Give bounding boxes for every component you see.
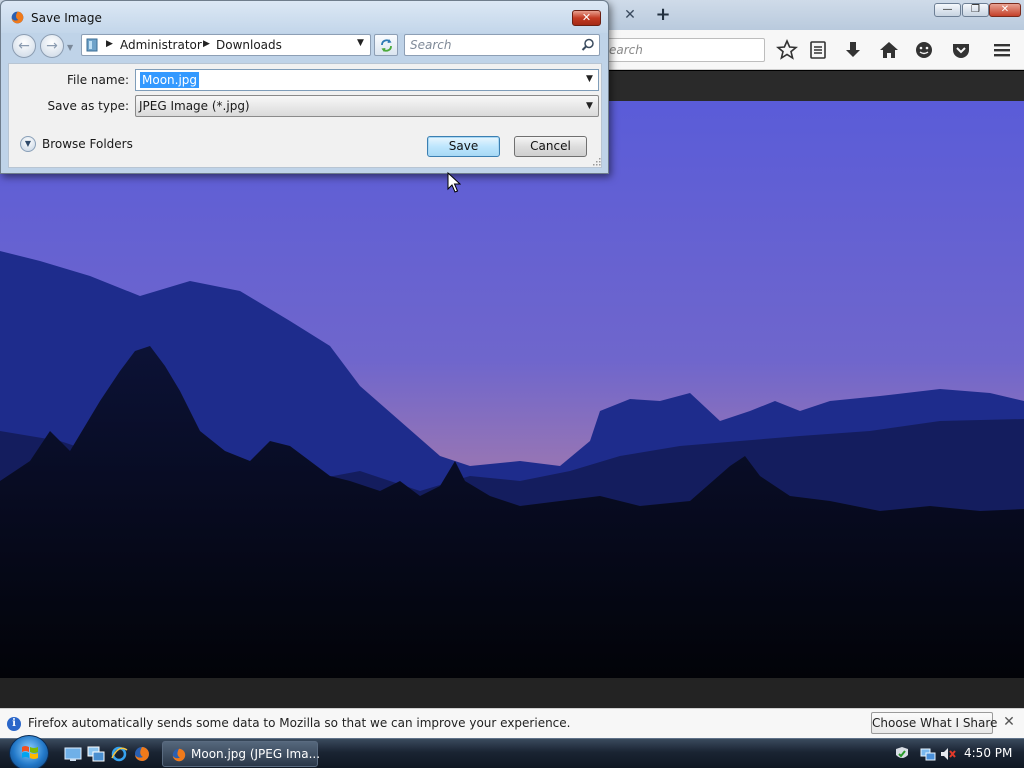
firefox-icon xyxy=(172,748,186,762)
firefox-icon xyxy=(11,11,24,24)
window-close-button[interactable]: ✕ xyxy=(989,3,1021,17)
cancel-button[interactable]: Cancel xyxy=(514,136,587,157)
breadcrumb-administrator[interactable]: Administrator xyxy=(120,38,202,52)
tab-close-button[interactable]: ✕ xyxy=(622,7,638,23)
expand-chevron-icon: ▼ xyxy=(20,136,36,152)
start-button[interactable] xyxy=(9,735,49,768)
location-folder-icon xyxy=(86,38,98,52)
save-as-type-label: Save as type: xyxy=(47,99,129,113)
chevron-down-icon[interactable]: ▼ xyxy=(586,101,593,111)
choose-what-i-share-button[interactable]: Choose What I Share xyxy=(871,712,997,734)
info-icon: i xyxy=(7,717,21,731)
breadcrumb-separator-icon[interactable]: ▶ xyxy=(106,39,114,49)
save-image-dialog: Save Image ✕ ← → ▼ ▶ Administrator ▶ Dow… xyxy=(0,0,609,174)
chevron-down-icon[interactable]: ▼ xyxy=(357,38,364,48)
windows-logo-icon xyxy=(22,746,38,759)
new-tab-button[interactable]: + xyxy=(654,5,672,25)
browse-folders-label: Browse Folders xyxy=(42,137,133,151)
taskbar: Moon.jpg (JPEG Ima... 4:50 PM xyxy=(0,735,1024,768)
mouse-cursor-icon xyxy=(447,172,461,193)
chevron-down-icon[interactable]: ▼ xyxy=(586,74,593,84)
data-notification-bar: i Firefox automatically sends some data … xyxy=(0,708,1024,738)
home-icon[interactable] xyxy=(878,39,900,61)
switch-windows-icon[interactable] xyxy=(87,746,105,762)
volume-muted-icon[interactable] xyxy=(940,746,956,762)
taskbar-clock[interactable]: 4:50 PM xyxy=(964,746,1012,760)
save-button[interactable]: Save xyxy=(427,136,500,157)
firefox-quicklaunch-icon[interactable] xyxy=(133,746,151,762)
window-restore-button[interactable]: ❐ xyxy=(962,3,989,17)
window-minimize-button[interactable]: — xyxy=(934,3,961,17)
dialog-body: File name: Moon.jpg ▼ Save as type: JPEG… xyxy=(8,63,602,168)
recent-locations-caret-icon[interactable]: ▼ xyxy=(67,43,75,52)
dialog-close-button[interactable]: ✕ xyxy=(572,10,601,26)
moon-photo xyxy=(0,101,1024,678)
browser-search-input[interactable]: earch xyxy=(600,38,765,62)
system-tray: 4:50 PM xyxy=(884,739,1024,768)
notification-close-icon[interactable]: ✕ xyxy=(1002,715,1016,729)
save-as-type-select[interactable]: JPEG Image (*.jpg) ▼ xyxy=(135,95,599,117)
network-icon[interactable] xyxy=(920,746,936,762)
menu-icon[interactable] xyxy=(991,39,1013,61)
breadcrumb-separator-icon[interactable]: ▶ xyxy=(203,39,211,49)
show-desktop-icon[interactable] xyxy=(64,746,82,762)
hello-icon[interactable] xyxy=(913,39,935,61)
taskbar-task-label: Moon.jpg (JPEG Ima... xyxy=(191,747,321,761)
refresh-icon xyxy=(381,39,392,52)
taskbar-firefox-task[interactable]: Moon.jpg (JPEG Ima... xyxy=(162,741,321,767)
refresh-button[interactable] xyxy=(374,34,398,56)
reading-list-icon[interactable] xyxy=(807,39,829,61)
resize-grip-icon[interactable] xyxy=(593,158,601,166)
search-placeholder: Search xyxy=(410,38,452,52)
file-name-field[interactable]: Moon.jpg ▼ xyxy=(135,69,599,91)
file-name-value[interactable]: Moon.jpg xyxy=(140,72,200,88)
page-bottom-margin xyxy=(0,678,1024,708)
pocket-icon[interactable] xyxy=(950,39,972,61)
browse-folders-toggle[interactable]: ▼ Browse Folders xyxy=(20,134,133,154)
search-icon[interactable] xyxy=(581,38,595,52)
internet-explorer-icon[interactable] xyxy=(110,746,128,762)
action-center-icon[interactable] xyxy=(894,746,910,762)
dialog-titlebar[interactable]: Save Image ✕ xyxy=(1,1,608,33)
dialog-navigation-row: ← → ▼ ▶ Administrator ▶ Downloads ▼ Sear… xyxy=(1,33,608,61)
dialog-search-input[interactable]: Search xyxy=(404,34,600,56)
save-as-type-value: JPEG Image (*.jpg) xyxy=(139,99,250,113)
downloads-icon[interactable] xyxy=(842,39,864,61)
notification-message: Firefox automatically sends some data to… xyxy=(28,716,571,730)
dialog-title: Save Image xyxy=(31,11,102,25)
forward-arrow-icon[interactable]: → xyxy=(40,34,64,58)
bookmark-star-icon[interactable] xyxy=(776,39,798,61)
back-arrow-icon[interactable]: ← xyxy=(12,34,36,58)
breadcrumb-downloads[interactable]: Downloads xyxy=(216,38,282,52)
file-name-label: File name: xyxy=(67,73,129,87)
address-breadcrumb[interactable]: ▶ Administrator ▶ Downloads ▼ xyxy=(81,34,371,56)
